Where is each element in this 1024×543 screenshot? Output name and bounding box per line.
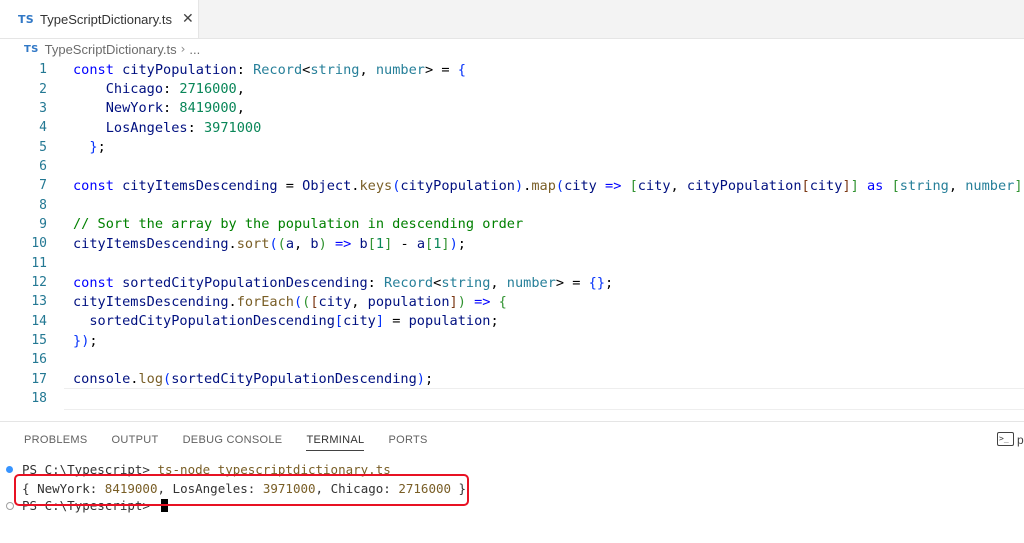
code-line[interactable]: 16 <box>0 350 1024 369</box>
line-number: 14 <box>31 313 47 329</box>
tab-ports[interactable]: PORTS <box>388 422 427 458</box>
line-number: 16 <box>31 352 47 368</box>
code-line[interactable]: 5 }; <box>0 137 1024 156</box>
editor-tab-typescriptdictionary[interactable]: TS TypeScriptDictionary.ts ✕ <box>0 0 199 38</box>
command-success-dot-icon[interactable] <box>6 466 13 473</box>
tab-label: TypeScriptDictionary.ts <box>40 11 172 27</box>
code-line[interactable]: 13 cityItemsDescending.forEach(([city, po… <box>0 292 1024 311</box>
code-line[interactable]: 17 console.log(sortedCityPopulationDescen… <box>0 370 1024 389</box>
terminal-icon[interactable]: >_ <box>997 432 1014 446</box>
code-line[interactable]: 2 Chicago: 2716000, <box>0 79 1024 98</box>
breadcrumb-file[interactable]: TypeScriptDictionary.ts <box>45 42 177 57</box>
breadcrumb: TS TypeScriptDictionary.ts › ... <box>0 38 1024 60</box>
line-number: 10 <box>31 236 47 252</box>
tab-output[interactable]: OUTPUT <box>112 422 159 458</box>
code-text: }; <box>89 139 106 156</box>
code-line[interactable]: 12 const sortedCityPopulationDescending: … <box>0 273 1024 292</box>
tab-terminal[interactable]: TERMINAL <box>306 422 365 458</box>
line-number: 13 <box>31 294 47 310</box>
line-number: 1 <box>39 62 47 78</box>
code-editor[interactable]: 1 const cityPopulation: Record<string, nu… <box>0 60 1024 414</box>
code-text: console.log(sortedCityPopulationDescendi… <box>73 371 434 388</box>
line-number: 8 <box>39 197 47 213</box>
tab-debug-console[interactable]: DEBUG CONSOLE <box>183 422 283 458</box>
line-number: 9 <box>39 216 47 232</box>
command-pending-dot-icon[interactable] <box>6 502 14 510</box>
code-text: cityItemsDescending.sort((a, b) => b[1] … <box>73 235 466 252</box>
output-highlight-box <box>14 474 469 506</box>
typescript-file-icon: TS <box>18 12 35 26</box>
code-line[interactable]: 18 <box>0 389 1024 408</box>
line-number: 15 <box>31 333 47 349</box>
line-number: 7 <box>39 178 47 194</box>
code-text: const sortedCityPopulationDescending: Re… <box>73 274 614 291</box>
code-line[interactable]: 7 const cityItemsDescending = Object.keys… <box>0 176 1024 195</box>
code-text: LosAngeles: 3971000 <box>105 119 262 136</box>
code-text: Chicago: 2716000, <box>105 81 245 98</box>
typescript-file-icon: TS <box>24 43 39 55</box>
code-line[interactable]: 3 NewYork: 8419000, <box>0 99 1024 118</box>
line-number: 2 <box>39 81 47 97</box>
line-number: 18 <box>31 391 47 407</box>
code-line[interactable]: 6 <box>0 157 1024 176</box>
terminal-profile-label[interactable]: p <box>1017 433 1024 447</box>
line-number: 12 <box>31 275 47 291</box>
line-number: 4 <box>39 120 47 136</box>
line-number: 6 <box>39 158 47 174</box>
code-line[interactable]: 1 const cityPopulation: Record<string, nu… <box>0 60 1024 79</box>
code-line[interactable]: 9 // Sort the array by the population in … <box>0 215 1024 234</box>
code-text: // Sort the array by the population in d… <box>73 216 524 233</box>
code-line[interactable]: 4 LosAngeles: 3971000 <box>0 118 1024 137</box>
close-icon[interactable]: ✕ <box>182 11 194 27</box>
line-number: 11 <box>31 255 47 271</box>
code-line[interactable]: 15}); <box>0 331 1024 350</box>
code-text: const cityItemsDescending = Object.keys(… <box>73 177 1024 194</box>
code-line[interactable]: 8 <box>0 195 1024 214</box>
line-number: 5 <box>39 139 47 155</box>
code-text: cityItemsDescending.forEach(([city, popu… <box>73 293 507 310</box>
breadcrumb-more[interactable]: ... <box>189 42 200 57</box>
code-text: const cityPopulation: Record<string, num… <box>73 61 466 78</box>
code-text: }); <box>73 332 98 349</box>
line-number: 17 <box>31 371 47 387</box>
code-line[interactable]: 10 cityItemsDescending.sort((a, b) => b[1… <box>0 234 1024 253</box>
code-text: NewYork: 8419000, <box>105 100 245 117</box>
code-text: sortedCityPopulationDescending[city] = p… <box>89 313 499 330</box>
tab-problems[interactable]: PROBLEMS <box>24 422 88 458</box>
code-line[interactable]: 14 sortedCityPopulationDescending[city] … <box>0 312 1024 331</box>
code-line[interactable]: 11 <box>0 254 1024 273</box>
line-number: 3 <box>39 100 47 116</box>
panel-tab-bar: PROBLEMS OUTPUT DEBUG CONSOLE TERMINAL P… <box>0 422 1024 458</box>
chevron-right-icon: › <box>180 42 186 56</box>
